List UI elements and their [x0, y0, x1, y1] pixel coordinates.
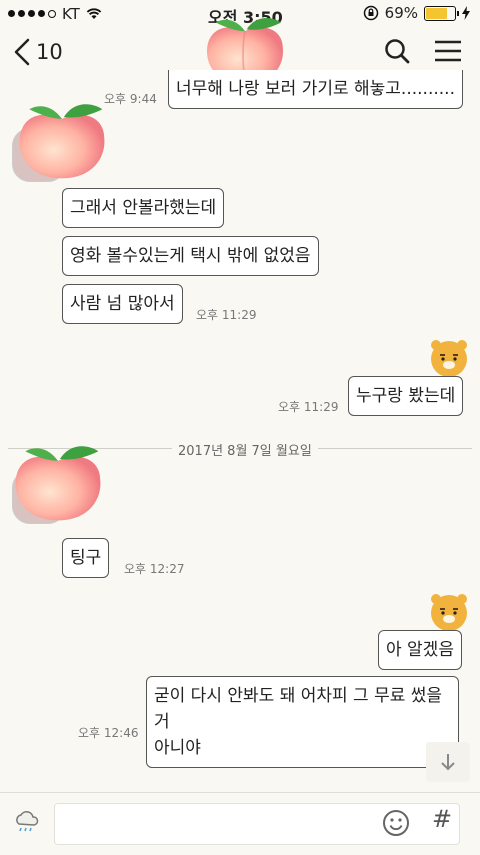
rotation-lock-icon [363, 5, 378, 21]
peach-emoji [15, 446, 101, 521]
scroll-to-bottom-button[interactable] [426, 742, 470, 782]
message-bubble[interactable]: 사람 넘 많아서 [62, 284, 183, 324]
battery-icon [424, 5, 459, 21]
wifi-icon [86, 8, 102, 19]
message-time: 오후 9:44 [104, 92, 157, 106]
message-input[interactable] [65, 804, 369, 844]
message-bubble[interactable]: 아 알겠음 [378, 630, 462, 670]
message-bubble[interactable]: 그래서 안볼라했는데 [62, 188, 225, 228]
charging-icon [462, 6, 470, 20]
signal-strength-icon [8, 10, 56, 18]
message-time: 오후 11:29 [196, 308, 257, 322]
message-bubble[interactable]: 굳이 다시 안봐도 돼 어차피 그 무료 썼을거 아니야 [146, 676, 459, 768]
status-left: KT [8, 5, 102, 23]
unread-count: 10 [36, 40, 63, 64]
back-chevron-icon [14, 38, 30, 66]
message-bubble[interactable]: 너무해 나랑 보러 가기로 해놓고.......... [168, 70, 463, 109]
arrow-down-icon [441, 754, 455, 771]
weather-icon[interactable] [12, 811, 40, 835]
emoji-icon[interactable] [382, 809, 410, 837]
message-time: 오후 12:27 [124, 562, 185, 576]
hash-search-button[interactable]: # [432, 805, 452, 833]
message-time: 오후 12:46 [78, 726, 139, 740]
message-bubble[interactable]: 팅구 [62, 538, 110, 578]
ryan-avatar [431, 594, 467, 631]
message-bubble[interactable]: 영화 볼수있는게 택시 밖에 없었음 [62, 236, 319, 276]
search-icon[interactable] [384, 38, 410, 64]
battery-percent: 69% [384, 4, 418, 22]
message-time: 오후 11:29 [278, 400, 339, 414]
message-bubble[interactable]: 누구랑 봤는데 [348, 376, 464, 416]
battery-level [426, 7, 447, 19]
ryan-avatar [431, 340, 467, 377]
status-right: 69% [363, 4, 470, 22]
header-actions [384, 38, 462, 64]
back-button[interactable]: 10 [12, 36, 63, 68]
carrier-label: KT [62, 5, 80, 23]
menu-icon[interactable] [434, 39, 462, 63]
peach-emoji [19, 104, 105, 179]
input-bar: # [0, 792, 480, 855]
date-divider: 2017년 8월 7일 월요일 [172, 440, 318, 459]
